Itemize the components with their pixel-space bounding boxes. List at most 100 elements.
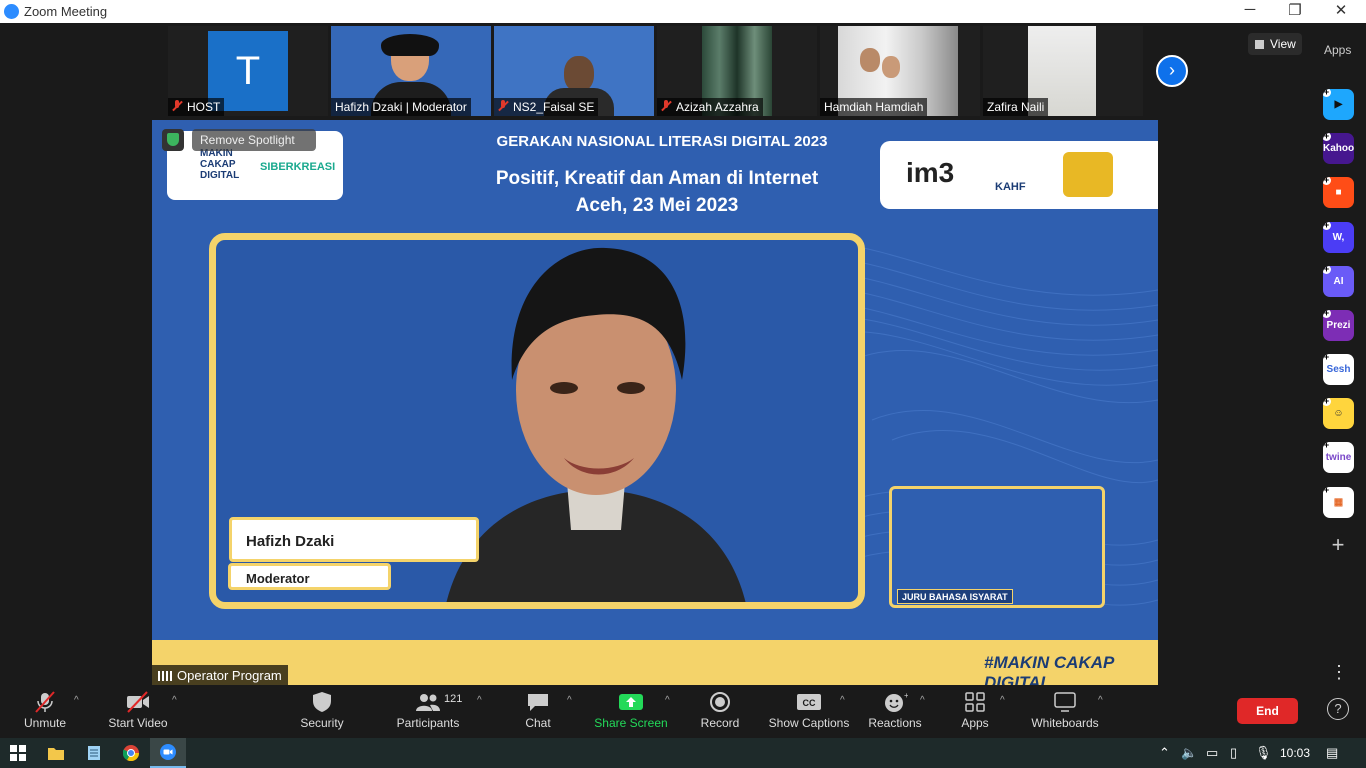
app-add-badge-icon: + [1323,487,1331,495]
app-add-badge-icon: + [1323,177,1331,185]
apps-options-caret[interactable]: ^ [1000,695,1005,706]
network-icon[interactable]: ▭ [1206,745,1218,761]
start-video-label: Start Video [108,716,168,730]
share-options-caret[interactable]: ^ [665,695,670,706]
video-options-caret[interactable]: ^ [172,695,177,706]
app-icon-0[interactable]: ▶ + [1323,89,1354,120]
end-meeting-button[interactable]: End [1237,698,1298,724]
app-icon-7[interactable]: ☺ + [1323,398,1354,429]
record-button[interactable]: Record [698,685,742,738]
view-button[interactable]: View [1248,33,1302,55]
signal-strength-icon [158,671,172,681]
whiteboards-button[interactable]: Whiteboards [1028,685,1102,738]
whiteboards-options-caret[interactable]: ^ [1098,695,1103,706]
chrome-icon [122,745,140,762]
add-app-icon[interactable]: + [1327,532,1349,558]
meeting-toolbar: Unmute ^ Start Video ^ Security Particip… [0,685,1366,738]
participant-name-label: Zafira Naili [983,98,1049,116]
sign-language-label: JURU BAHASA ISYARAT [897,589,1013,604]
app-icon-label: twine [1325,452,1352,463]
participant-face [882,56,900,78]
participant-tile[interactable]: Hamdiah Hamdiah [820,26,980,116]
taskbar-file-explorer[interactable] [38,738,74,768]
view-label: View [1270,37,1296,51]
taskbar-zoom[interactable] [150,738,186,768]
active-speaker-label: Operator Program [152,665,288,685]
help-icon[interactable]: ? [1327,698,1349,720]
chat-icon [528,694,548,711]
security-shield-icon[interactable] [162,129,184,151]
app-icon-label: ☺ [1333,408,1344,419]
participant-tile[interactable]: Azizah Azzahra [657,26,817,116]
security-button[interactable]: Security [294,685,350,738]
chat-button[interactable]: Chat [516,685,560,738]
participant-tile[interactable]: NS2_Faisal SE [494,26,654,116]
audio-options-caret[interactable]: ^ [74,695,79,706]
app-icon-label: W, [1332,232,1345,243]
captions-icon: CC [797,694,821,710]
close-button[interactable]: ✕ [1321,1,1361,19]
app-icon-9[interactable]: ▦ + [1323,487,1354,518]
app-icon-4[interactable]: AI + [1323,266,1354,297]
app-icon-label: ▦ [1333,497,1344,508]
share-screen-icon [619,694,643,710]
share-screen-label: Share Screen [594,716,668,730]
app-icon-1[interactable]: Kahoot! + [1323,133,1354,164]
app-icon-2[interactable]: ■ + [1323,177,1354,208]
participant-tile[interactable]: T HOST [168,26,328,116]
volume-icon[interactable]: 🔈 [1181,745,1197,761]
mic-muted-icon [661,100,671,112]
spotlight-video[interactable]: MAKIN CAKAP DIGITAL SIBERKREASI im3 KAHF… [152,120,1158,685]
app-add-badge-icon: + [1323,310,1331,318]
taskbar-clock[interactable]: 10:03 [1280,746,1310,760]
windows-start-button[interactable] [0,738,36,768]
slide-subtitle-line: Positif, Kreatif dan Aman di Internet [495,168,819,189]
app-add-badge-icon: + [1323,266,1331,274]
mic-muted-icon [172,100,182,112]
restore-button[interactable]: ❐ [1275,1,1315,19]
participants-options-caret[interactable]: ^ [477,695,482,706]
more-options-icon[interactable]: ⋮ [1330,662,1348,683]
app-icon-8[interactable]: twine + [1323,442,1354,473]
app-icon-5[interactable]: Prezi + [1323,310,1354,341]
participant-name: Hamdiah Hamdiah [824,100,924,114]
microphone-icon[interactable]: 🎙 [1255,745,1272,761]
whiteboard-icon [1054,692,1076,712]
start-video-button[interactable]: Start Video [106,685,170,738]
app-icon-label: Kahoot! [1323,143,1354,154]
taskbar-notepad[interactable] [76,738,112,768]
next-page-button[interactable]: › [1156,55,1188,87]
siberkreasi-logo: SIBERKREASI [260,161,336,173]
captions-options-caret[interactable]: ^ [840,695,845,706]
battery-icon[interactable]: ▯ [1230,745,1237,761]
taskbar-chrome[interactable] [113,738,149,768]
folder-icon [48,748,64,760]
unmute-button[interactable]: Unmute [14,685,76,738]
participant-face [860,48,880,72]
chevron-right-icon: › [1169,60,1175,80]
slide-subtitle-line: Aceh, 23 Mei 2023 [575,195,739,216]
share-screen-button[interactable]: Share Screen [594,685,668,738]
app-icon-6[interactable]: Sesh + [1323,354,1354,385]
minimize-button[interactable]: ─ [1230,1,1270,18]
chat-label: Chat [525,716,551,730]
apps-panel-title: Apps [1324,43,1352,57]
remove-spotlight-button[interactable]: Remove Spotlight [192,129,316,151]
participant-name: HOST [187,100,221,114]
reactions-options-caret[interactable]: ^ [920,695,925,706]
reactions-button[interactable]: + Reactions [866,685,924,738]
app-add-badge-icon: + [1323,133,1331,141]
app-icon-3[interactable]: W, + [1323,222,1354,253]
show-captions-label: Show Captions [768,716,850,730]
show-captions-button[interactable]: CC Show Captions [766,685,852,738]
participants-label: Participants [396,716,460,730]
participant-tile[interactable]: Zafira Naili [983,26,1143,116]
tray-overflow-icon[interactable]: ⌃ [1159,745,1170,761]
notifications-icon[interactable]: ▤ [1326,745,1338,761]
apps-button[interactable]: Apps [954,685,996,738]
windows-logo-icon [10,745,26,761]
participant-name: Azizah Azzahra [676,100,759,114]
sign-language-frame: JURU BAHASA ISYARAT [889,486,1105,608]
chat-options-caret[interactable]: ^ [567,695,572,706]
participant-tile[interactable]: Hafizh Dzaki | Moderator [331,26,491,116]
